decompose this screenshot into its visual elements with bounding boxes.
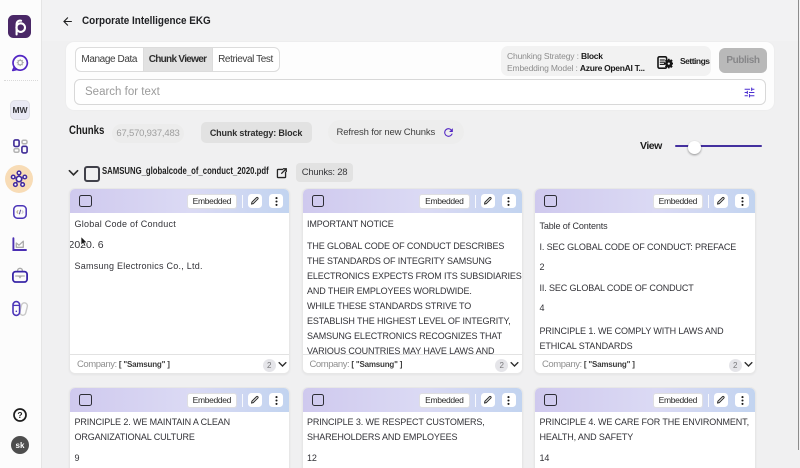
svg-text:?: ?	[17, 410, 22, 420]
